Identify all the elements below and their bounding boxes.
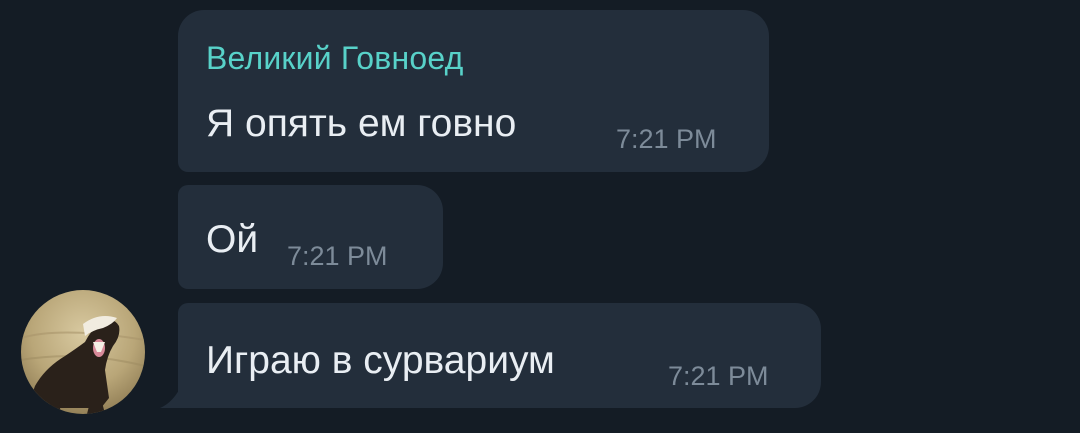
message-bubble[interactable]: Играю в сурвариум 7:21 PM [178, 303, 821, 408]
message-time: 7:21 PM [668, 361, 769, 391]
message-time: 7:21 PM [287, 241, 388, 271]
message-text: Ой [206, 218, 259, 261]
message-bubble[interactable]: Великий Говноед Я опять ем говно 7:21 PM [178, 10, 769, 172]
message-text: Играю в сурвариум [206, 339, 555, 382]
sender-avatar[interactable] [21, 290, 145, 414]
message-bubble[interactable]: Ой 7:21 PM [178, 185, 443, 289]
message-time: 7:21 PM [616, 124, 717, 154]
honey-badger-avatar-icon [21, 290, 145, 414]
chat-view: Великий Говноед Я опять ем говно 7:21 PM… [0, 0, 1080, 433]
sender-name[interactable]: Великий Говноед [206, 40, 463, 77]
message-text: Я опять ем говно [206, 102, 517, 145]
